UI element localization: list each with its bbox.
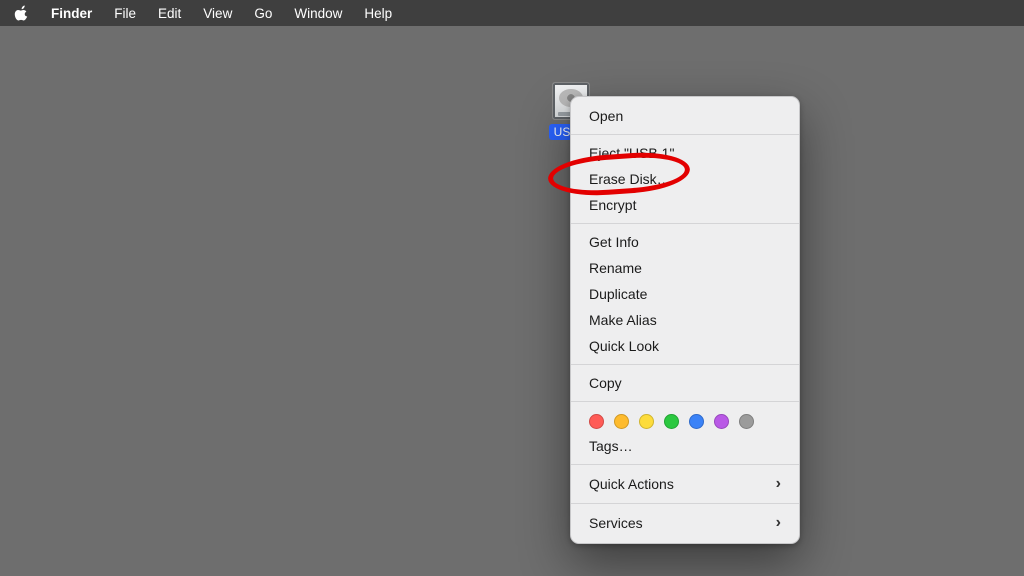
context-menu: Open Eject "USB 1" Erase Disk… Encrypt G… bbox=[570, 96, 800, 544]
chevron-right-icon: › bbox=[776, 475, 781, 493]
ctx-separator bbox=[571, 401, 799, 402]
ctx-item-rename[interactable]: Rename bbox=[571, 255, 799, 281]
ctx-item-services[interactable]: Services › bbox=[571, 509, 799, 537]
ctx-item-label: Services bbox=[589, 515, 643, 531]
menubar-item-edit[interactable]: Edit bbox=[158, 6, 181, 21]
ctx-item-label: Get Info bbox=[589, 234, 639, 250]
menubar-item-go[interactable]: Go bbox=[254, 6, 272, 21]
menubar-item-view[interactable]: View bbox=[203, 6, 232, 21]
ctx-separator bbox=[571, 134, 799, 135]
ctx-item-quick-actions[interactable]: Quick Actions › bbox=[571, 470, 799, 498]
ctx-item-label: Duplicate bbox=[589, 286, 647, 302]
ctx-separator bbox=[571, 223, 799, 224]
ctx-item-encrypt[interactable]: Encrypt bbox=[571, 192, 799, 218]
ctx-item-label: Open bbox=[589, 108, 623, 124]
ctx-item-label: Encrypt bbox=[589, 197, 636, 213]
ctx-separator bbox=[571, 364, 799, 365]
menubar-item-help[interactable]: Help bbox=[364, 6, 392, 21]
ctx-item-label: Erase Disk… bbox=[589, 171, 671, 187]
ctx-item-tags[interactable]: Tags… bbox=[571, 433, 799, 459]
ctx-item-open[interactable]: Open bbox=[571, 103, 799, 129]
chevron-right-icon: › bbox=[776, 514, 781, 532]
ctx-item-duplicate[interactable]: Duplicate bbox=[571, 281, 799, 307]
tag-dot-green[interactable] bbox=[664, 414, 679, 429]
tag-dot-purple[interactable] bbox=[714, 414, 729, 429]
ctx-item-get-info[interactable]: Get Info bbox=[571, 229, 799, 255]
ctx-item-make-alias[interactable]: Make Alias bbox=[571, 307, 799, 333]
tag-dot-gray[interactable] bbox=[739, 414, 754, 429]
tag-dot-red[interactable] bbox=[589, 414, 604, 429]
ctx-item-label: Quick Look bbox=[589, 338, 659, 354]
ctx-tag-colors bbox=[571, 407, 799, 433]
ctx-item-label: Tags… bbox=[589, 438, 633, 454]
ctx-item-label: Quick Actions bbox=[589, 476, 674, 492]
tag-dot-orange[interactable] bbox=[614, 414, 629, 429]
ctx-item-label: Eject "USB 1" bbox=[589, 145, 674, 161]
ctx-separator bbox=[571, 503, 799, 504]
ctx-item-erase-disk[interactable]: Erase Disk… bbox=[571, 166, 799, 192]
ctx-item-label: Make Alias bbox=[589, 312, 657, 328]
menubar: Finder File Edit View Go Window Help bbox=[0, 0, 1024, 26]
ctx-item-label: Copy bbox=[589, 375, 622, 391]
ctx-item-eject[interactable]: Eject "USB 1" bbox=[571, 140, 799, 166]
tag-dot-yellow[interactable] bbox=[639, 414, 654, 429]
apple-logo-icon[interactable] bbox=[14, 5, 29, 21]
menubar-item-window[interactable]: Window bbox=[294, 6, 342, 21]
ctx-separator bbox=[571, 464, 799, 465]
tag-dot-blue[interactable] bbox=[689, 414, 704, 429]
menubar-app-name[interactable]: Finder bbox=[51, 6, 92, 21]
ctx-item-label: Rename bbox=[589, 260, 642, 276]
ctx-item-copy[interactable]: Copy bbox=[571, 370, 799, 396]
ctx-item-quick-look[interactable]: Quick Look bbox=[571, 333, 799, 359]
menubar-item-file[interactable]: File bbox=[114, 6, 136, 21]
